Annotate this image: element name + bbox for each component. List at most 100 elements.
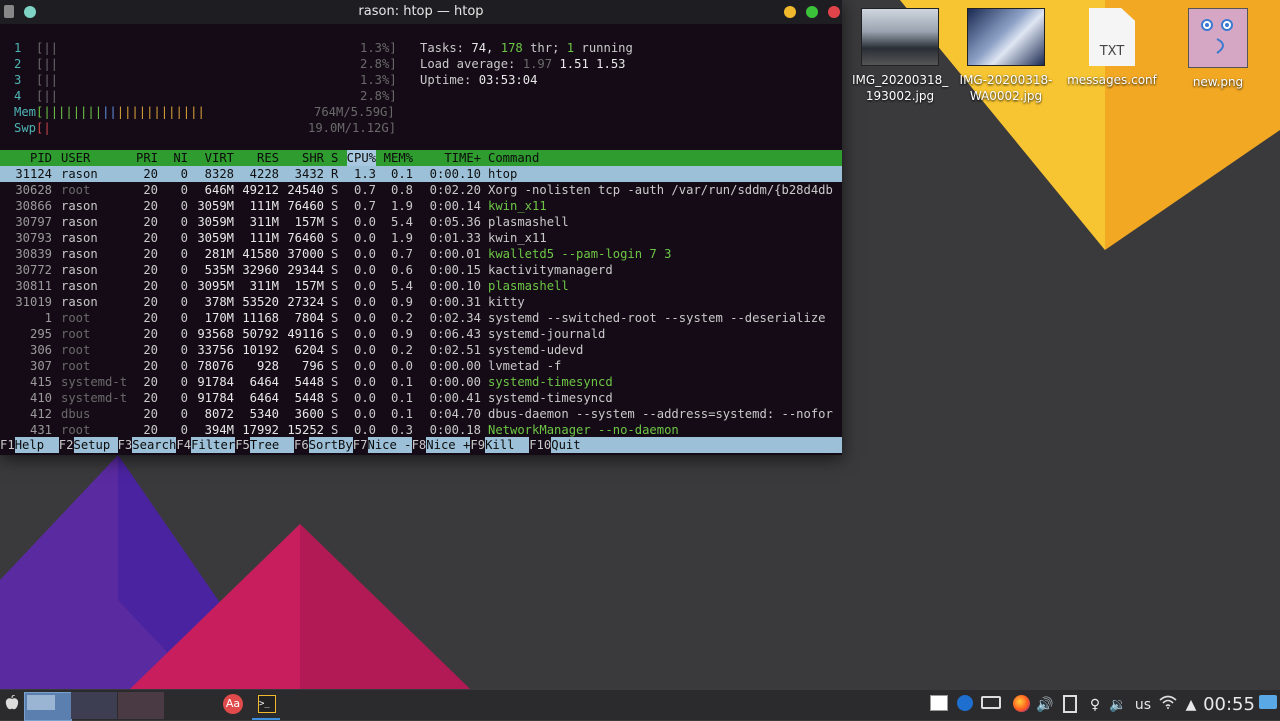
volume-icon[interactable]: 🔊: [1035, 695, 1055, 715]
column-header-pid[interactable]: PID: [30, 150, 52, 166]
firefox-icon[interactable]: [1011, 695, 1031, 715]
function-key-bar[interactable]: F1 Help F2 Setup F3 Search F4 Filter F5 Tree F6…: [0, 437, 842, 453]
fkey-f3[interactable]: F3: [117, 437, 133, 453]
process-ni: 0: [180, 295, 188, 309]
process-row[interactable]: 410 systemd-t 20 0 91784 6464 5448 S 0.0 0.1 0:00.…: [0, 390, 842, 406]
process-res: 5340: [249, 407, 279, 421]
process-row[interactable]: 30797 rason 20 0 3059M 311M 157M S 0.0 5.4 0:05.36…: [0, 214, 842, 230]
fkey-f9[interactable]: F9: [470, 437, 486, 453]
battery-icon[interactable]: [980, 695, 1002, 715]
process-pid: 30797: [15, 215, 52, 229]
virtual-desktop-1[interactable]: [24, 692, 72, 721]
process-row[interactable]: 431 root 20 0 394M 17992 15252 S 0.0 0.3 0:00.18 Ne…: [0, 422, 842, 438]
fkey-f2[interactable]: F2: [58, 437, 74, 453]
process-cpu: 0.0: [353, 375, 376, 389]
process-row[interactable]: 30866 rason 20 0 3059M 111M 76460 S 0.7 1.9 0:00.1…: [0, 198, 842, 214]
htop-terminal[interactable]: 1 [|| 1.3%] 2 [|| 2.8%] 3 [|| 1.3%] 4 [|| 2.8%] Mem[…: [0, 24, 842, 455]
fkey-label-f2[interactable]: Setup: [73, 437, 118, 453]
photo-thumbnail-icon: [967, 8, 1045, 66]
process-row[interactable]: 295 root 20 0 93568 50792 49116 S 0.0 0.9 0:06.43 s…: [0, 326, 842, 342]
color-picker-icon[interactable]: [930, 695, 948, 715]
process-user: rason: [61, 199, 98, 213]
process-row[interactable]: 31019 rason 20 0 378M 53520 27324 S 0.0 0.9 0:00.3…: [0, 294, 842, 310]
process-row[interactable]: 30628 root 20 0 646M 49212 24540 S 0.7 0.8 0:02.20…: [0, 182, 842, 198]
process-row[interactable]: 1 root 20 0 170M 11168 7804 S 0.0 0.2 0:02.34 syste…: [0, 310, 842, 326]
minimize-button[interactable]: [784, 6, 796, 18]
terminal-task[interactable]: >_: [252, 691, 280, 720]
fkey-label-f1[interactable]: Help: [14, 437, 59, 453]
fkey-f8[interactable]: F8: [411, 437, 427, 453]
column-header-time[interactable]: TIME+: [444, 150, 481, 166]
process-cpu: 0.7: [353, 183, 376, 197]
column-header-shr[interactable]: SHR: [302, 150, 324, 166]
process-row[interactable]: 31124 rason 20 0 8328 4228 3432 R 1.3 0.1 0:00.10 h…: [0, 166, 842, 182]
fkey-label-f8[interactable]: Nice +: [426, 437, 471, 453]
maximize-button[interactable]: [806, 6, 818, 18]
wifi-icon[interactable]: [1157, 695, 1179, 715]
process-virt: 535M: [204, 263, 234, 277]
process-row[interactable]: 30839 rason 20 0 281M 41580 37000 S 0.0 0.7 0:00.0…: [0, 246, 842, 262]
column-header-s[interactable]: S: [331, 150, 338, 166]
process-row[interactable]: 307 root 20 0 78076 928 796 S 0.0 0.0 0:00.00 lvmet…: [0, 358, 842, 374]
kde-connect-icon[interactable]: [955, 695, 975, 715]
column-header-res[interactable]: RES: [257, 150, 279, 166]
process-row[interactable]: 30772 rason 20 0 535M 32960 29344 S 0.0 0.6 0:00.1…: [0, 262, 842, 278]
process-user: rason: [61, 263, 98, 277]
process-res: 6464: [249, 375, 279, 389]
tray-expand-arrow-icon[interactable]: ▲: [1184, 695, 1198, 715]
process-row[interactable]: 30811 rason 20 0 3095M 311M 157M S 0.0 5.4 0:00.10…: [0, 278, 842, 294]
desktop-icon-messages-conf[interactable]: TXT messages.conf: [1064, 8, 1160, 88]
process-res: 53520: [242, 295, 279, 309]
process-row[interactable]: 306 root 20 0 33756 10192 6204 S 0.0 0.2 0:02.51 sy…: [0, 342, 842, 358]
column-header-command[interactable]: Command: [488, 150, 539, 166]
process-mem: 0.1: [390, 407, 413, 421]
process-time: 0:06.43: [429, 327, 481, 341]
process-row[interactable]: 30793 rason 20 0 3059M 111M 76460 S 0.0 1.9 0:01.3…: [0, 230, 842, 246]
clipboard-icon[interactable]: [1060, 695, 1080, 715]
fkey-f1[interactable]: F1: [0, 437, 15, 453]
fkey-f5[interactable]: F5: [235, 437, 250, 453]
audio-volume-icon[interactable]: 🔉: [1108, 695, 1128, 715]
window-titlebar[interactable]: rason: htop — htop: [0, 0, 842, 24]
process-row[interactable]: 412 dbus 20 0 8072 5340 3600 S 0.0 0.1 0:04.70 dbus…: [0, 406, 842, 422]
fkey-label-f9[interactable]: Kill: [485, 437, 530, 453]
notifications-icon[interactable]: ♀: [1085, 695, 1105, 715]
column-header-user[interactable]: USER: [61, 150, 90, 166]
column-header-pri[interactable]: PRI: [136, 150, 158, 166]
column-header-mem[interactable]: MEM%: [384, 150, 413, 166]
column-header-cpu[interactable]: CPU%: [346, 150, 376, 166]
desktop-icon-img-wa0002[interactable]: IMG-20200318- WA0002.jpg: [958, 8, 1054, 104]
terminal-window[interactable]: rason: htop — htop 1 [|| 1.3%] 2 [|| 2.8%] 3 [|…: [0, 0, 842, 455]
window-pin-button[interactable]: [24, 6, 36, 18]
desktop-icon-new-png[interactable]: new.png: [1170, 8, 1266, 90]
fkey-f6[interactable]: F6: [294, 437, 309, 453]
fkey-label-f10[interactable]: Quit: [551, 437, 842, 453]
process-virt: 3059M: [197, 199, 234, 213]
column-header-virt[interactable]: VIRT: [205, 150, 234, 166]
fkey-f10[interactable]: F10: [529, 437, 552, 453]
keyboard-layout-indicator[interactable]: us: [1131, 695, 1155, 715]
fkey-f7[interactable]: F7: [352, 437, 368, 453]
process-row[interactable]: 415 systemd-t 20 0 91784 6464 5448 S 0.0 0.1 0:00.…: [0, 374, 842, 390]
fkey-label-f6[interactable]: SortBy: [308, 437, 353, 453]
application-launcher-icon[interactable]: [2, 694, 22, 715]
process-pid: 30772: [15, 263, 52, 277]
desktop-icon-img-193002[interactable]: IMG_20200318_ 193002.jpg: [852, 8, 948, 104]
column-header-ni[interactable]: NI: [173, 150, 188, 166]
close-button[interactable]: [828, 6, 840, 18]
process-cmd: lvmetad -f: [488, 359, 562, 373]
process-s: R: [331, 167, 339, 181]
show-desktop-icon[interactable]: [1258, 695, 1278, 715]
fkey-f4[interactable]: F4: [176, 437, 192, 453]
process-shr: 37000: [287, 247, 324, 261]
fkey-label-f3[interactable]: Search: [132, 437, 177, 453]
virtual-desktop-2[interactable]: [71, 692, 117, 719]
process-table-header[interactable]: PID USER PRI NI VIRT RES SHR S CPU% MEM% TIME+ Comm…: [0, 150, 842, 166]
fkey-label-f4[interactable]: Filter: [191, 437, 236, 453]
fkey-label-f7[interactable]: Nice -: [367, 437, 412, 453]
virtual-desktop-3[interactable]: [118, 692, 164, 719]
fkey-label-f5[interactable]: Tree: [249, 437, 294, 453]
font-viewer-task[interactable]: Aa: [223, 694, 243, 714]
app-icon: [4, 5, 14, 18]
clock[interactable]: 00:55: [1202, 695, 1256, 715]
